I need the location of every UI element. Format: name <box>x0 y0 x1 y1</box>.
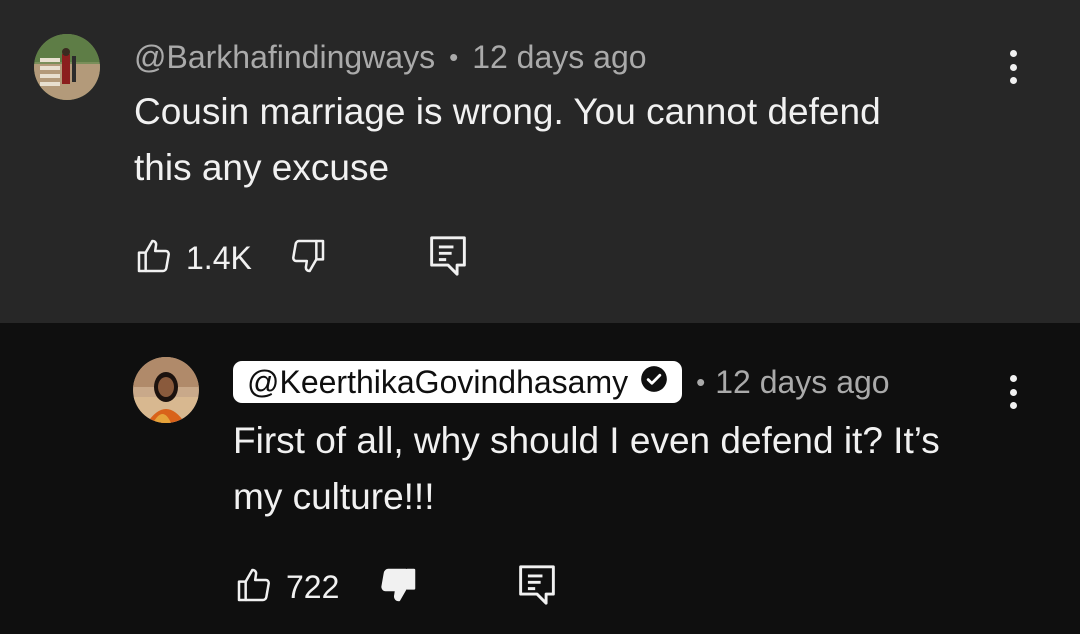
thumbs-down-icon[interactable] <box>288 236 328 281</box>
more-dot <box>1009 402 1017 409</box>
reply-comment-icon[interactable] <box>428 234 468 283</box>
comment-timestamp[interactable]: 12 days ago <box>715 364 889 401</box>
comment-meta: @Barkhafindingways • 12 days ago <box>134 37 647 77</box>
like-count: 722 <box>286 568 340 605</box>
comment-text-line: First of all, why should I even defend i… <box>233 420 940 461</box>
avatar[interactable] <box>133 357 199 423</box>
comment-text: Cousin marriage is wrong. You cannot def… <box>134 84 881 196</box>
creator-handle-badge[interactable]: @KeerthikaGovindhasamy <box>233 361 683 403</box>
comment-actions: 1.4K <box>134 234 468 283</box>
comment-author-handle[interactable]: @KeerthikaGovindhasamy <box>247 364 628 401</box>
more-vertical-icon <box>1009 50 1017 57</box>
more-dot <box>1009 388 1017 396</box>
meta-separator: • <box>696 366 706 397</box>
comment-text-line: Cousin marriage is wrong. You cannot def… <box>134 91 881 132</box>
comment-text-line: my culture!!! <box>233 476 435 517</box>
reply-comment-icon[interactable] <box>517 563 557 612</box>
comment-meta: @KeerthikaGovindhasamy • 12 days ago <box>233 359 890 405</box>
thumbs-up-icon[interactable] <box>234 565 274 610</box>
more-vertical-icon <box>1009 375 1017 382</box>
more-actions-button[interactable] <box>1008 50 1018 84</box>
thumbs-down-icon[interactable] <box>379 565 419 610</box>
comment-author-handle[interactable]: @Barkhafindingways <box>134 39 435 76</box>
comment-thread-top: @Barkhafindingways • 12 days ago Cousin … <box>0 0 1080 323</box>
more-actions-button[interactable] <box>1008 375 1018 409</box>
verified-check-icon <box>640 364 668 401</box>
comment-timestamp[interactable]: 12 days ago <box>472 39 646 76</box>
more-dot <box>1009 77 1017 84</box>
meta-separator: • <box>449 41 459 72</box>
avatar[interactable] <box>34 34 100 100</box>
thumbs-up-icon[interactable] <box>134 236 174 281</box>
like-count: 1.4K <box>186 239 252 276</box>
comment-text-line: this any excuse <box>134 147 390 188</box>
comment-text: First of all, why should I even defend i… <box>233 413 940 525</box>
more-dot <box>1009 63 1017 71</box>
comment-actions: 722 <box>234 563 557 612</box>
comment-thread-reply: @KeerthikaGovindhasamy • 12 days ago Fir… <box>0 323 1080 634</box>
